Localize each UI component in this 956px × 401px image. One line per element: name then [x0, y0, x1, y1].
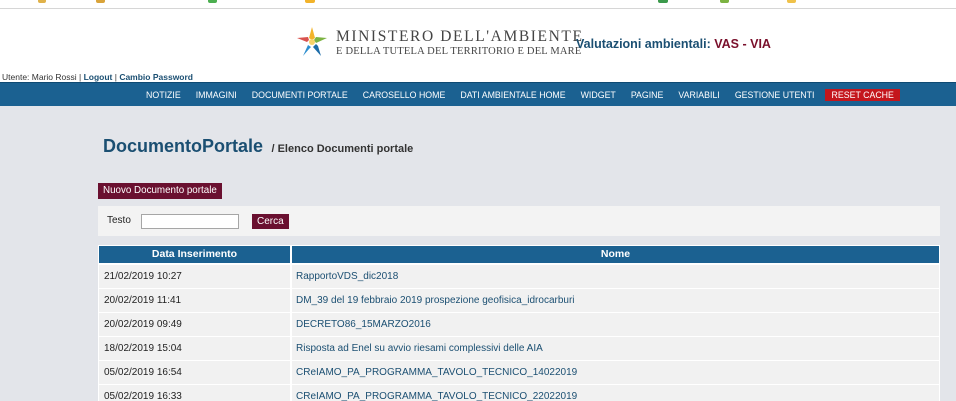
toolbar-icon-fragment: [38, 0, 46, 3]
nav-item-immagini[interactable]: IMMAGINI: [196, 90, 237, 100]
column-header-name[interactable]: Nome: [292, 246, 939, 263]
nav-item-documenti-portale[interactable]: DOCUMENTI PORTALE: [252, 90, 348, 100]
toolbar-icon-fragment: [720, 0, 729, 3]
document-name-link[interactable]: Risposta ad Enel su avvio riesami comple…: [292, 337, 939, 360]
toolbar-icon-fragment: [96, 0, 105, 3]
document-name-link[interactable]: CReIAMO_PA_PROGRAMMA_TAVOLO_TECNICO_2202…: [292, 385, 939, 401]
page-title-main: DocumentoPortale: [103, 136, 264, 156]
date-cell: 20/02/2019 11:41: [99, 289, 290, 312]
page-subtitle: / Elenco Documenti portale: [271, 143, 414, 155]
browser-toolbar-fragment: [0, 0, 956, 9]
site-title-prefix: Valutazioni ambientali:: [576, 37, 711, 51]
new-document-button[interactable]: Nuovo Documento portale: [98, 183, 222, 199]
logout-link[interactable]: Logout: [84, 72, 113, 82]
main-navigation: NOTIZIE IMMAGINI DOCUMENTI PORTALE CAROS…: [0, 82, 956, 106]
site-header: MINISTERO DELL'AMBIENTE E DELLA TUTELA D…: [0, 9, 956, 72]
date-cell: 20/02/2019 09:49: [99, 313, 290, 336]
date-cell: 05/02/2019 16:54: [99, 361, 290, 384]
date-cell: 21/02/2019 10:27: [99, 265, 290, 288]
user-name-text: Utente: Mario Rossi: [2, 72, 77, 82]
ministry-name: MINISTERO DELL'AMBIENTE E DELLA TUTELA D…: [336, 29, 584, 58]
search-label: Testo: [107, 215, 131, 226]
column-header-date[interactable]: Data Inserimento: [99, 246, 290, 263]
table-row: 05/02/2019 16:54 CReIAMO_PA_PROGRAMMA_TA…: [99, 361, 939, 384]
nav-item-gestione-utenti[interactable]: GESTIONE UTENTI: [735, 90, 815, 100]
table-row: 21/02/2019 10:27 RapportoVDS_dic2018: [99, 265, 939, 288]
site-title: Valutazioni ambientali: VAS - VIA: [576, 37, 771, 51]
nav-item-carosello-home[interactable]: CAROSELLO HOME: [363, 90, 446, 100]
toolbar-icon-fragment: [305, 0, 315, 3]
search-input[interactable]: [141, 214, 239, 229]
table-row: 05/02/2019 16:33 CReIAMO_PA_PROGRAMMA_TA…: [99, 385, 939, 401]
ministry-name-line2: E DELLA TUTELA DEL TERRITORIO E DEL MARE: [336, 46, 582, 57]
document-name-link[interactable]: DM_39 del 19 febbraio 2019 prospezione g…: [292, 289, 939, 312]
change-password-link[interactable]: Cambio Password: [119, 72, 193, 82]
nav-item-pagine[interactable]: PAGINE: [631, 90, 664, 100]
table-row: 20/02/2019 09:49 DECRETO86_15MARZO2016: [99, 313, 939, 336]
nav-item-variabili[interactable]: VARIABILI: [678, 90, 719, 100]
document-name-link[interactable]: RapportoVDS_dic2018: [292, 265, 939, 288]
nav-item-widget[interactable]: WIDGET: [581, 90, 616, 100]
toolbar-icon-fragment: [658, 0, 668, 3]
toolbar-icon-fragment: [787, 0, 796, 3]
date-cell: 05/02/2019 16:33: [99, 385, 290, 401]
documents-table: Data Inserimento Nome 21/02/2019 10:27 R…: [98, 245, 940, 401]
search-panel: Testo Cerca: [98, 206, 940, 236]
nav-item-notizie[interactable]: NOTIZIE: [146, 90, 181, 100]
page-title: DocumentoPortale / Elenco Documenti port…: [103, 136, 413, 157]
table-header-row: Data Inserimento Nome: [99, 246, 939, 263]
reset-cache-button[interactable]: RESET CACHE: [825, 88, 900, 101]
ministry-name-line1: MINISTERO DELL'AMBIENTE: [336, 28, 584, 45]
toolbar-icon-fragment: [208, 0, 217, 3]
table-row: 20/02/2019 11:41 DM_39 del 19 febbraio 2…: [99, 289, 939, 312]
document-name-link[interactable]: DECRETO86_15MARZO2016: [292, 313, 939, 336]
date-cell: 18/02/2019 15:04: [99, 337, 290, 360]
document-name-link[interactable]: CReIAMO_PA_PROGRAMMA_TAVOLO_TECNICO_1402…: [292, 361, 939, 384]
ministry-star-logo-icon[interactable]: [296, 26, 328, 58]
search-button[interactable]: Cerca: [252, 214, 289, 229]
site-title-accent: VAS - VIA: [714, 37, 771, 51]
nav-item-dati-ambientale-home[interactable]: DATI AMBIENTALE HOME: [460, 90, 565, 100]
table-row: 18/02/2019 15:04 Risposta ad Enel su avv…: [99, 337, 939, 360]
user-bar: Utente: Mario Rossi | Logout | Cambio Pa…: [0, 72, 956, 82]
